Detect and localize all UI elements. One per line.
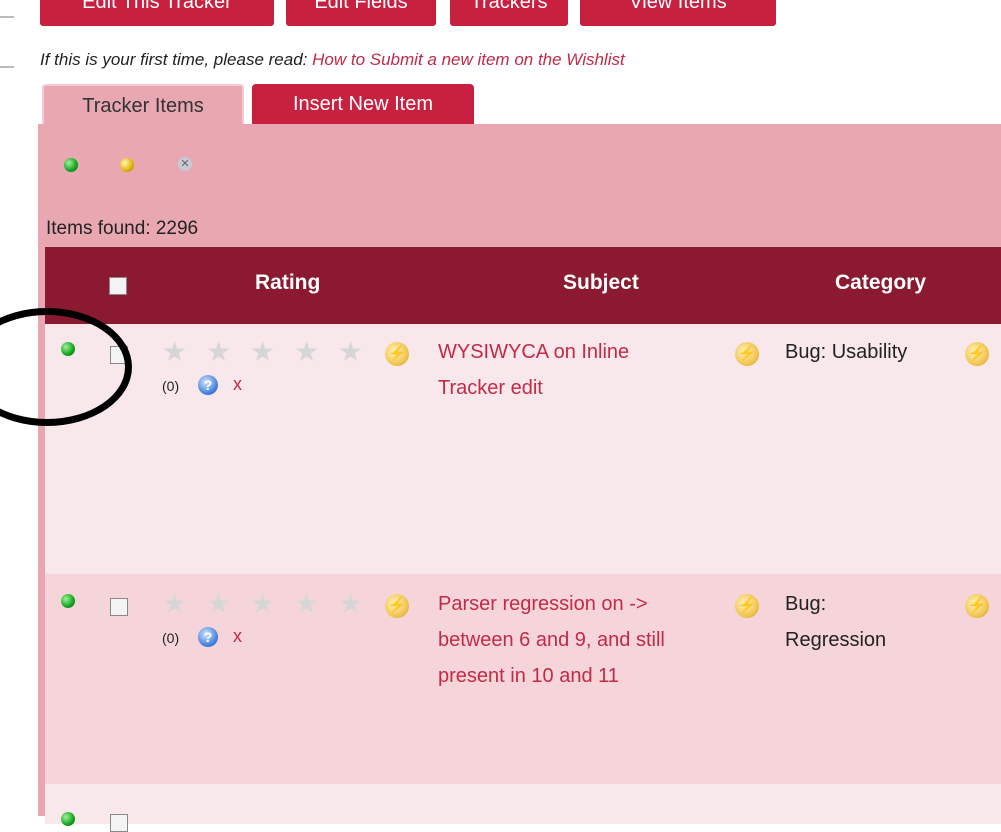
star-icon[interactable]: ★ bbox=[250, 338, 275, 366]
status-green-icon bbox=[61, 812, 75, 826]
subject-line: WYSIWYCA on Inline bbox=[438, 341, 630, 363]
star-icon[interactable]: ★ bbox=[294, 590, 319, 618]
how-to-submit-link[interactable]: How to Submit a new item on the Wishlist bbox=[312, 50, 625, 69]
row-checkbox[interactable] bbox=[110, 598, 128, 616]
clear-rating-link[interactable]: x bbox=[233, 374, 242, 395]
star-icon[interactable]: ★ bbox=[162, 590, 187, 618]
help-icon[interactable]: ? bbox=[198, 627, 218, 647]
lightning-edit-icon[interactable]: ⚡ bbox=[735, 342, 759, 366]
lightning-edit-icon[interactable]: ⚡ bbox=[385, 594, 409, 618]
star-icon[interactable]: ★ bbox=[250, 590, 275, 618]
lightning-edit-icon[interactable]: ⚡ bbox=[965, 342, 989, 366]
rating-column-header[interactable]: Rating bbox=[255, 271, 320, 295]
yellow-dot-icon[interactable] bbox=[120, 158, 134, 172]
select-all-checkbox[interactable] bbox=[109, 277, 127, 295]
rating-count: (0) bbox=[162, 630, 180, 646]
star-icon[interactable]: ★ bbox=[206, 338, 231, 366]
category-line: Regression bbox=[785, 629, 887, 651]
subject-link[interactable]: Parser regression on -> between 6 and 9,… bbox=[438, 586, 665, 694]
green-dot-icon[interactable] bbox=[64, 158, 78, 172]
star-icon[interactable]: ★ bbox=[294, 338, 319, 366]
view-items-button[interactable]: View Items bbox=[580, 0, 776, 26]
star-icon[interactable]: ★ bbox=[338, 338, 363, 366]
lightning-edit-icon[interactable]: ⚡ bbox=[965, 594, 989, 618]
lightning-edit-icon[interactable]: ⚡ bbox=[735, 594, 759, 618]
items-found-count: Items found: 2296 bbox=[46, 218, 199, 239]
status-green-icon bbox=[61, 594, 75, 608]
category-value: Bug: Usability bbox=[785, 334, 907, 370]
category-value: Bug: Regression bbox=[785, 586, 886, 658]
tab-insert-new-item[interactable]: Insert New Item bbox=[252, 84, 474, 124]
gray-x-icon[interactable]: ✕ bbox=[178, 157, 192, 171]
table-row bbox=[45, 784, 1001, 832]
edit-fields-button[interactable]: Edit Fields bbox=[286, 0, 436, 26]
table-row: ★ ★ ★ ★ ★ ⚡ (0) ? x Parser regression on… bbox=[45, 574, 1001, 784]
category-line: Bug: Usability bbox=[785, 341, 908, 363]
tick-mark bbox=[0, 66, 14, 68]
subject-column-header[interactable]: Subject bbox=[563, 271, 639, 295]
star-icon[interactable]: ★ bbox=[162, 338, 187, 366]
help-icon[interactable]: ? bbox=[198, 375, 218, 395]
trackers-button[interactable]: Trackers bbox=[450, 0, 568, 26]
star-icon[interactable]: ★ bbox=[338, 590, 363, 618]
subject-link[interactable]: WYSIWYCA on Inline Tracker edit bbox=[438, 334, 629, 406]
lightning-edit-icon[interactable]: ⚡ bbox=[385, 342, 409, 366]
star-icon[interactable]: ★ bbox=[206, 590, 231, 618]
rating-count: (0) bbox=[162, 378, 180, 394]
table-header: Rating Subject Category bbox=[45, 247, 1001, 324]
subject-line: between 6 and 9, and still bbox=[438, 629, 665, 651]
intro-label: If this is your first time, please read: bbox=[40, 50, 308, 69]
subject-line: Tracker edit bbox=[438, 377, 543, 399]
clear-rating-link[interactable]: x bbox=[233, 626, 242, 647]
edit-tracker-button[interactable]: Edit This Tracker bbox=[40, 0, 274, 26]
category-line: Bug: bbox=[785, 593, 827, 615]
subject-line: Parser regression on -> bbox=[438, 593, 648, 615]
tab-tracker-items[interactable]: Tracker Items bbox=[42, 84, 244, 124]
table-row: ★ ★ ★ ★ ★ ⚡ (0) ? x WYSIWYCA on Inline T… bbox=[45, 324, 1001, 574]
subject-line: present in 10 and 11 bbox=[438, 665, 619, 687]
row-checkbox[interactable] bbox=[110, 814, 128, 832]
category-column-header[interactable]: Category bbox=[835, 271, 926, 295]
items-table: Rating Subject Category ★ ★ ★ ★ ★ ⚡ (0) … bbox=[45, 247, 1001, 832]
intro-text: If this is your first time, please read:… bbox=[40, 50, 625, 70]
tick-mark bbox=[0, 16, 14, 18]
